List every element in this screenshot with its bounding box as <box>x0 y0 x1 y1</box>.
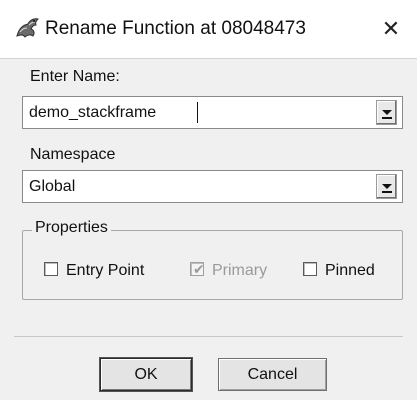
dragon-app-icon <box>14 16 40 40</box>
text-cursor <box>197 102 198 123</box>
pinned-label: Pinned <box>325 262 375 279</box>
pinned-checkbox-box[interactable] <box>303 262 317 276</box>
entry-point-checkbox[interactable]: Entry Point <box>44 262 164 280</box>
primary-checkbox-box: ✔ <box>190 261 205 277</box>
name-label: Enter Name: <box>30 68 120 85</box>
namespace-combobox[interactable]: Global <box>22 170 403 203</box>
namespace-value: Global <box>29 178 76 195</box>
ok-button[interactable]: OK <box>100 358 192 391</box>
chevron-down-icon <box>382 110 392 115</box>
title-bar: Rename Function at 08048473 ✕ <box>0 0 417 59</box>
name-combobox[interactable]: demo_stackframe <box>22 96 403 129</box>
close-button[interactable]: ✕ <box>376 14 406 44</box>
name-dropdown-button[interactable] <box>376 100 397 125</box>
button-separator <box>14 336 403 337</box>
entry-point-checkbox-box[interactable] <box>44 262 58 276</box>
dialog-title: Rename Function at 08048473 <box>45 18 306 39</box>
pinned-checkbox[interactable]: Pinned <box>303 262 393 280</box>
primary-checkbox: ✔ Primary <box>190 261 290 280</box>
name-input[interactable]: demo_stackframe <box>29 104 156 122</box>
chevron-down-icon <box>382 184 392 189</box>
namespace-dropdown-button[interactable] <box>376 174 397 199</box>
entry-point-label: Entry Point <box>66 262 145 279</box>
properties-legend: Properties <box>32 219 111 237</box>
rename-function-dialog: Rename Function at 08048473 ✕ Enter Name… <box>0 0 417 400</box>
cancel-button[interactable]: Cancel <box>218 358 327 391</box>
checkmark-icon: ✔ <box>193 261 205 277</box>
namespace-label: Namespace <box>30 146 116 163</box>
primary-label: Primary <box>212 262 268 279</box>
close-icon: ✕ <box>381 16 401 41</box>
